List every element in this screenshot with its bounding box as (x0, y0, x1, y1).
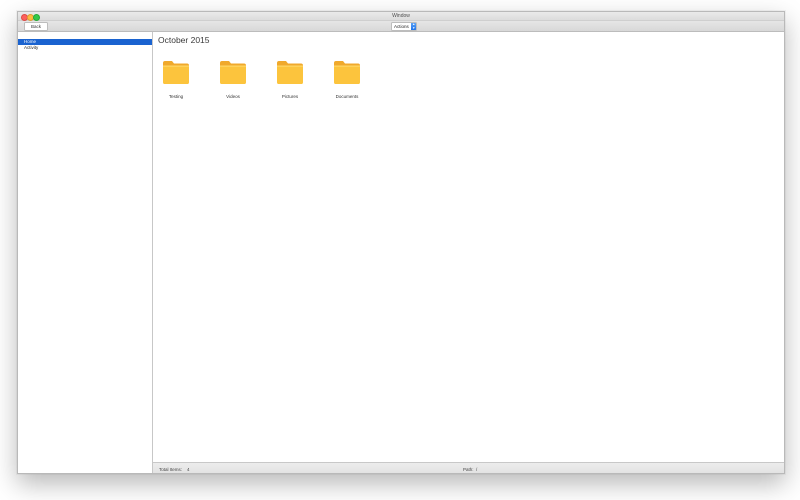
folder-label: Documents (335, 94, 359, 99)
main-content: October 2015 Testing Videos Pictures Doc… (153, 32, 784, 462)
window-title: Window (392, 13, 410, 19)
toolbar: Back Actions ▴ ▾ (18, 21, 784, 32)
folder-icon (220, 61, 246, 84)
title-bar[interactable]: Window (18, 12, 784, 21)
folder-label: Testing (168, 94, 184, 99)
back-button[interactable]: Back (24, 22, 48, 31)
folder-icon (334, 61, 360, 84)
path-label: Path: (463, 466, 474, 472)
total-items-label: Total Items: (159, 466, 183, 472)
status-bar: Total Items: 4 Path: / (153, 462, 784, 473)
folder-grid: Testing Videos Pictures Documents (162, 59, 390, 99)
folder-item-documents[interactable]: Documents (333, 59, 390, 99)
total-items-value: 4 (187, 466, 190, 472)
sidebar-item-activity[interactable]: Activity (18, 45, 152, 51)
folder-item-videos[interactable]: Videos (219, 59, 276, 99)
folder-item-pictures[interactable]: Pictures (276, 59, 333, 99)
folder-label: Videos (226, 94, 240, 99)
folder-label: Pictures (281, 94, 299, 99)
path-value: / (476, 466, 478, 472)
actions-popup-button[interactable]: Actions ▴ ▾ (391, 22, 418, 31)
folder-item-testing[interactable]: Testing (162, 59, 219, 99)
sidebar: Home Activity (18, 32, 153, 473)
page-title: October 2015 (158, 35, 210, 45)
folder-icon (277, 61, 303, 84)
folder-icon (163, 61, 189, 84)
up-down-chevron-icon: ▴ ▾ (411, 22, 417, 30)
actions-label: Actions (394, 24, 409, 29)
app-window: Window Back Actions ▴ ▾ Home Activity Oct… (17, 11, 785, 474)
